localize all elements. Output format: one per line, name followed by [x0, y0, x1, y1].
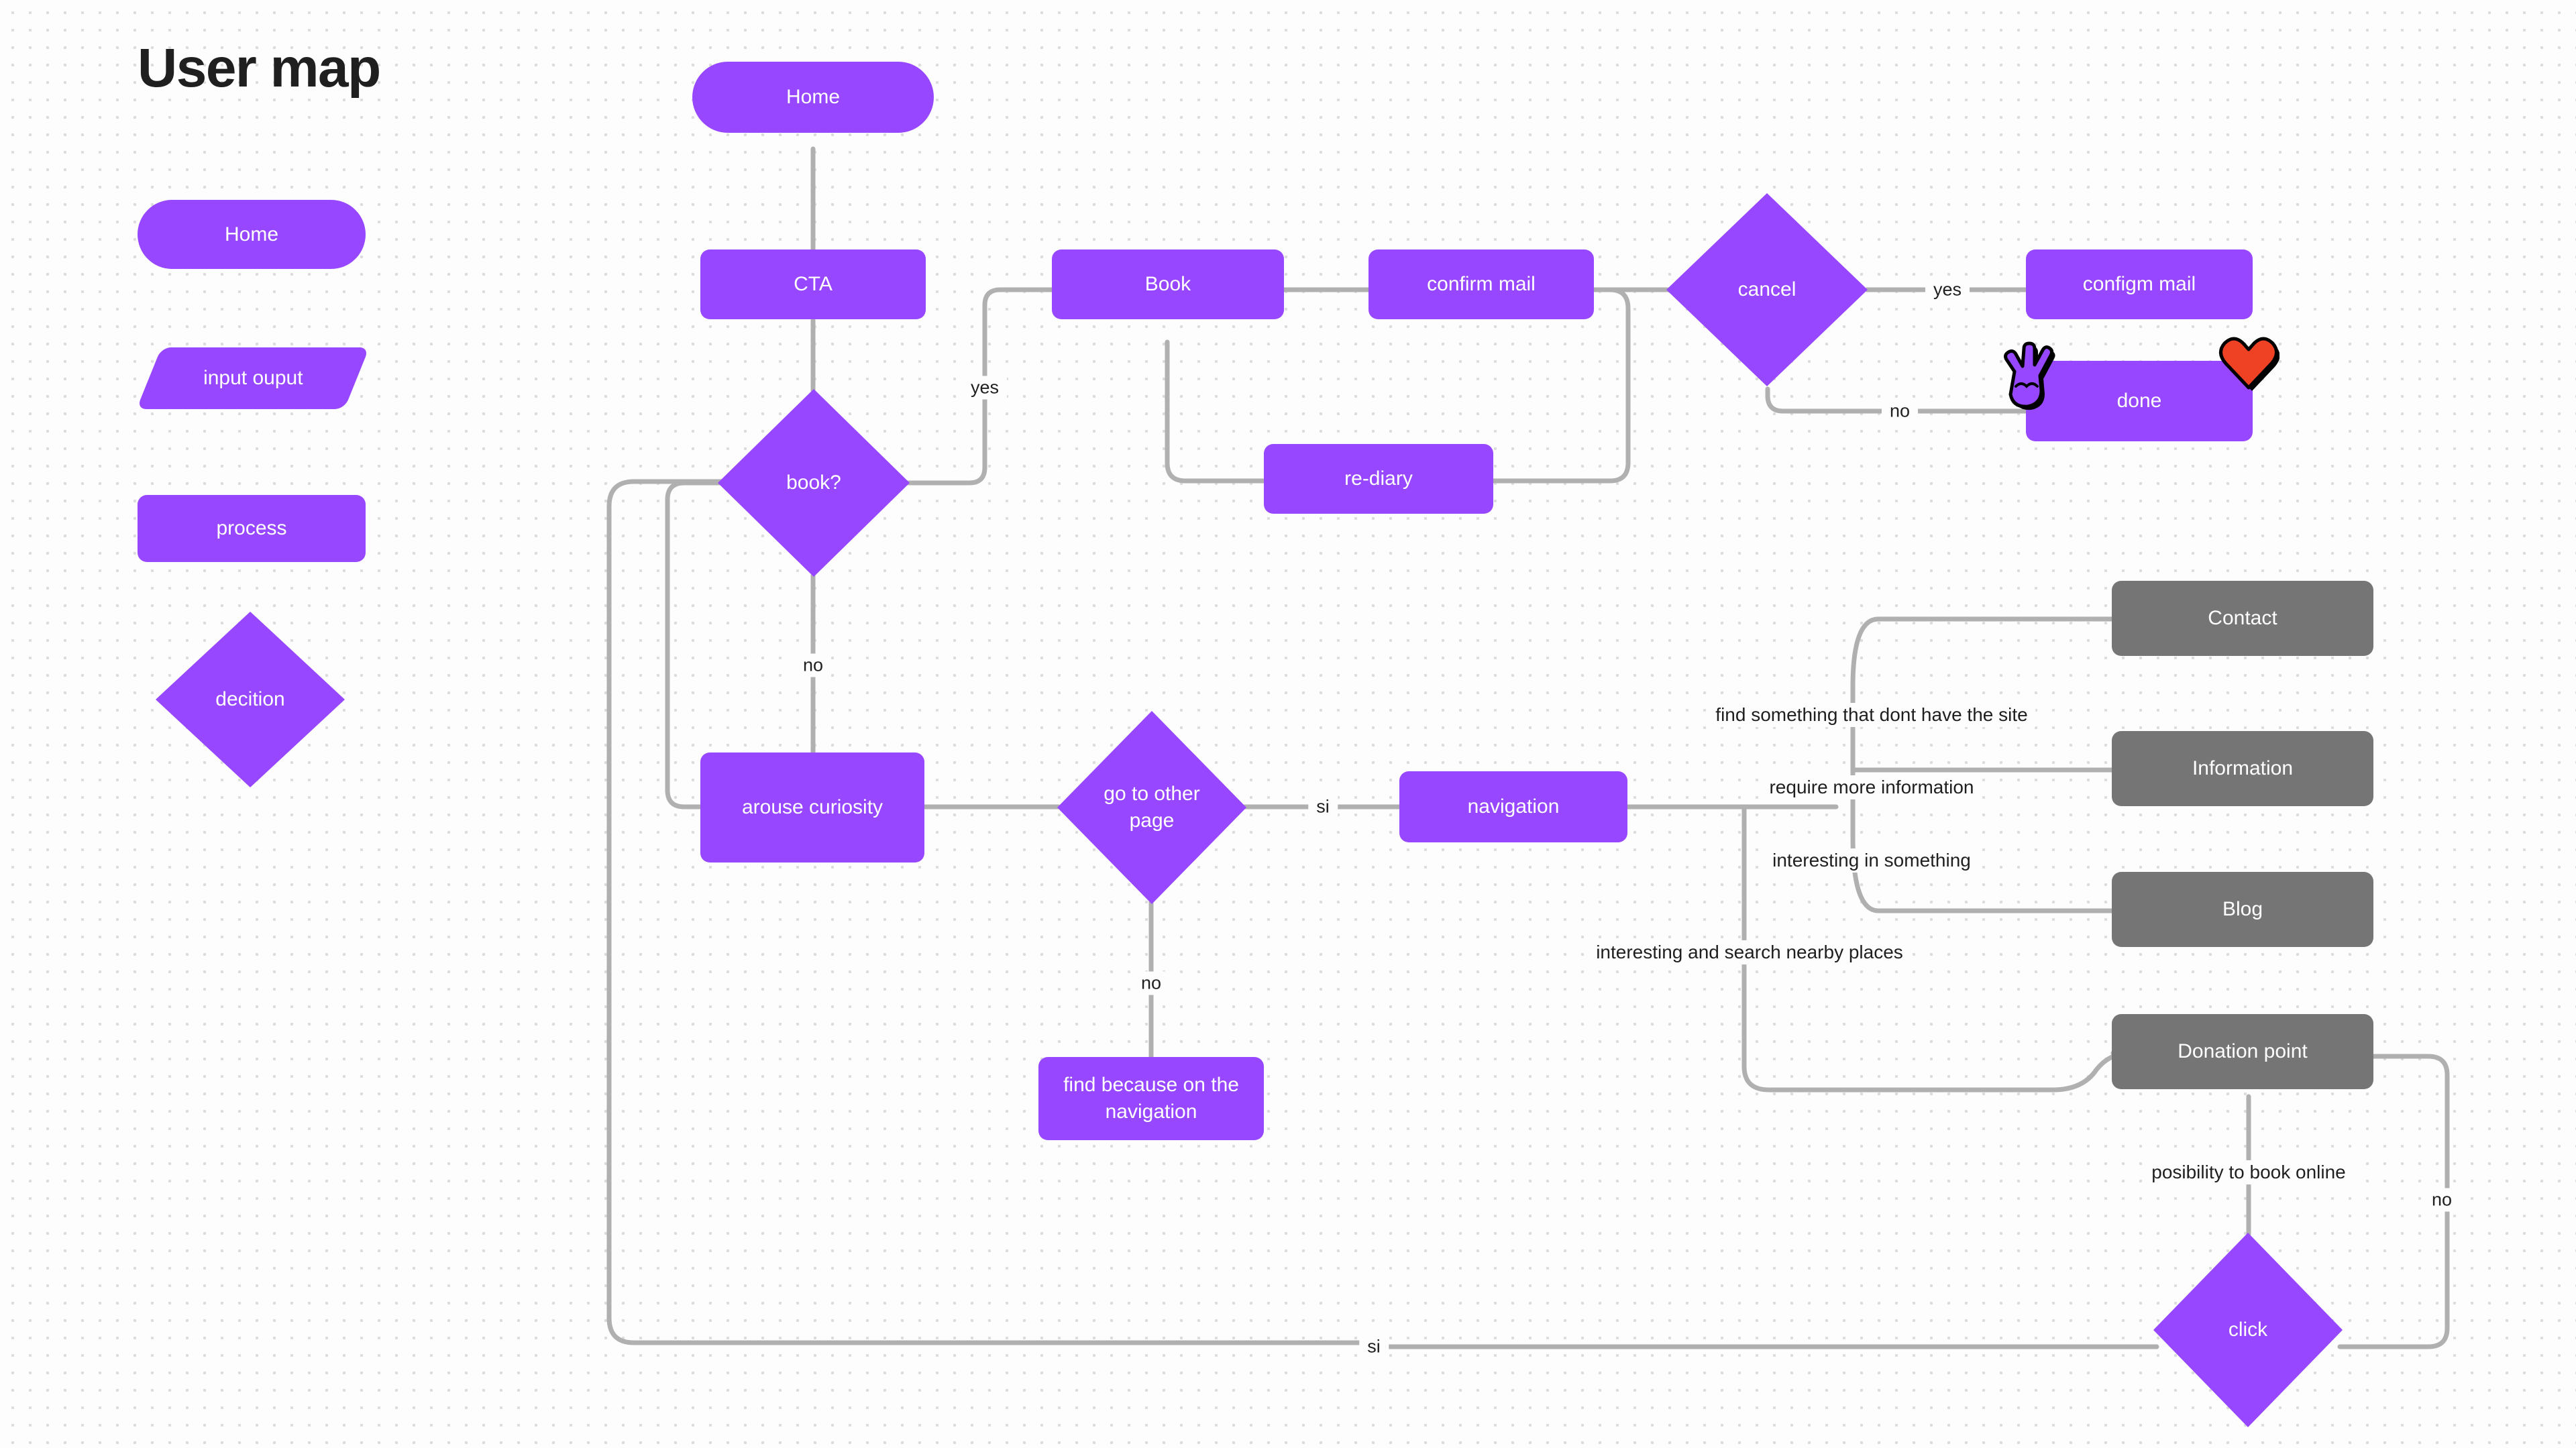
node-book-question: book? [718, 389, 910, 577]
node-contact: Contact [2112, 581, 2373, 656]
peace-hand-sticker [1998, 339, 2055, 413]
node-label-re-diary: re-diary [1344, 467, 1413, 490]
edge-bookq-bottom-si [606, 479, 1375, 1345]
edge-label-book-no: no [794, 653, 832, 677]
edge-label-cancel-yes: yes [1925, 278, 1970, 302]
edge-label-blog-visible: interesting in something [1764, 848, 1979, 873]
node-label-find-because-navigation: find because on the navigation [1063, 1074, 1239, 1123]
node-label-cta: CTA [794, 273, 833, 296]
node-label-navigation: navigation [1467, 795, 1560, 818]
edge-label-goto-no: no [1132, 971, 1170, 995]
edge-label-information: require more information [1761, 775, 1982, 799]
edge-label-book-yes: yes [962, 376, 1008, 400]
edge-trunk-contact [1850, 616, 2116, 689]
node-arouse-curiosity: arouse curiosity [700, 753, 924, 862]
node-label-go-to-other-page: go to other page [1104, 783, 1200, 832]
node-information: Information [2112, 731, 2373, 806]
legend-label-home: Home [224, 223, 279, 245]
node-cancel: cancel [1666, 193, 1868, 386]
node-label-arouse-curiosity: arouse curiosity [741, 796, 883, 819]
heart-sticker [2218, 334, 2280, 392]
edge-label-goto-si: si [1308, 795, 1338, 819]
node-label-blog: Blog [2222, 898, 2263, 921]
node-label-confirm-mail: confirm mail [1427, 273, 1536, 296]
legend-label-decition: decition [215, 688, 285, 711]
legend-item-input-output: input ouput [136, 347, 370, 409]
node-label-home: Home [786, 86, 841, 109]
node-configm-mail: configm mail [2026, 249, 2253, 319]
user-map-canvas: User map Home input ouput process deciti… [0, 0, 2576, 1448]
node-home: Home [692, 62, 934, 133]
legend-label-process: process [216, 517, 287, 540]
node-find-because-navigation: find because on the navigation [1038, 1057, 1264, 1140]
node-go-to-other-page: go to other page [1057, 711, 1246, 904]
edge-label-bottom-si: si [1359, 1335, 1389, 1359]
legend-item-home: Home [138, 200, 366, 269]
node-book: Book [1052, 249, 1284, 319]
legend-item-decition: decition [156, 612, 345, 787]
node-label-click: click [2228, 1319, 2268, 1341]
edge-label-donation: interesting and search nearby places [1588, 940, 1911, 964]
node-label-book: Book [1144, 273, 1191, 296]
node-label-donation-point: Donation point [2178, 1040, 2308, 1063]
node-label-book-question: book? [786, 471, 841, 494]
node-label-cancel: cancel [1737, 278, 1796, 301]
edge-label-cancel-no: no [1881, 399, 1919, 423]
edge-label-click-no: no [2423, 1188, 2461, 1212]
legend-item-process: process [138, 495, 366, 562]
node-confirm-mail: confirm mail [1368, 249, 1594, 319]
legend-label-input-output: input ouput [203, 367, 303, 390]
node-click: click [2153, 1233, 2343, 1427]
edge-label-book-online: posibility to book online [2143, 1160, 2354, 1184]
connector-layer [606, 146, 2450, 1349]
node-navigation: navigation [1399, 771, 1627, 842]
edge-book-rediary [1165, 339, 1267, 484]
page-title: User map [138, 38, 381, 99]
node-label-done: done [2116, 390, 2162, 412]
node-cta: CTA [700, 249, 926, 319]
node-re-diary: re-diary [1264, 444, 1493, 514]
node-donation-point: Donation point [2112, 1014, 2373, 1089]
node-blog: Blog [2112, 872, 2373, 947]
node-label-contact: Contact [2208, 607, 2277, 630]
node-label-information: Information [2192, 757, 2294, 780]
edge-label-contact: find something that dont have the site [1707, 703, 2036, 727]
node-label-configm-mail: configm mail [2082, 273, 2196, 296]
